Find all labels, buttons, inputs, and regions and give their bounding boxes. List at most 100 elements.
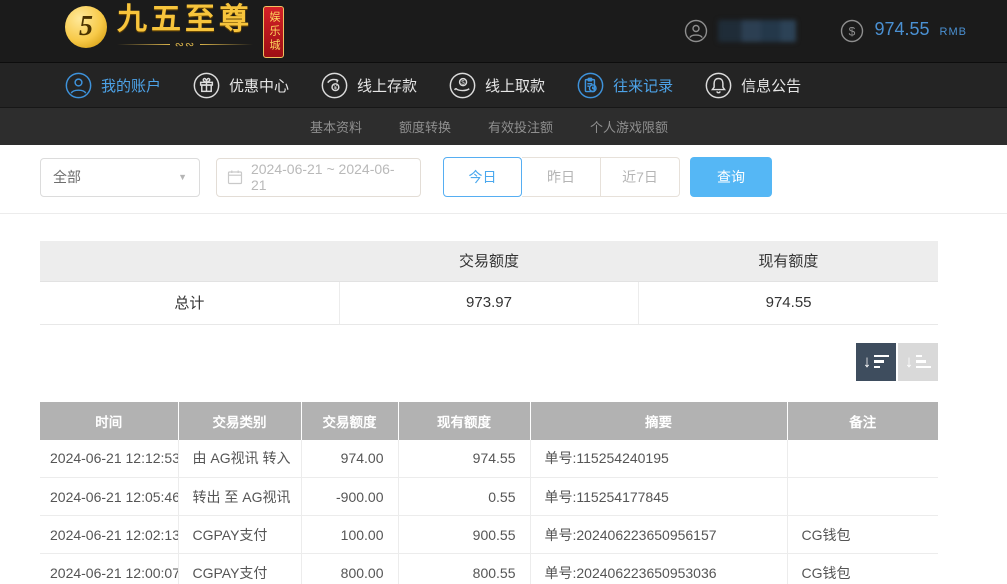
table-row: 2024-06-21 12:12:53 由 AG视讯 转入 974.00 974.55… (40, 439, 938, 478)
col-header-type: 交易类别 (177, 401, 301, 440)
table-cell: 单号:202406223650953036 (529, 553, 787, 584)
nav-label: 优惠中心 (229, 77, 290, 95)
col-header-balance: 现有额度 (397, 401, 530, 440)
summary-total-label: 总计 (40, 280, 340, 325)
subnav-item-credit-transfer[interactable]: 额度转换 (399, 117, 451, 136)
sort-desc-bars-icon (874, 354, 890, 369)
user-icon (684, 19, 708, 43)
table-cell (786, 477, 938, 516)
nav-item-my-account[interactable]: 我的账户 (65, 72, 161, 99)
sort-controls: ↓ ↓ (40, 342, 938, 381)
arrow-down-icon: ↓ (862, 352, 872, 371)
table-cell: 2024-06-21 12:02:13 (40, 515, 178, 554)
user-account-chip[interactable] (684, 19, 797, 43)
table-cell: 2024-06-21 12:12:53 (40, 439, 178, 478)
svg-text:$: $ (849, 25, 856, 39)
table-row: 2024-06-21 12:05:46 转出 至 AG视讯 -900.00 0.55 单… (40, 477, 938, 516)
table-cell: 974.55 (397, 439, 530, 478)
table-cell: 0.55 (397, 477, 530, 516)
arrow-down-icon: ↓ (904, 352, 914, 371)
subnav-item-valid-bets[interactable]: 有效投注额 (488, 117, 553, 136)
sort-descending-button[interactable]: ↓ (856, 342, 896, 381)
table-cell (786, 439, 938, 478)
table-cell: 2024-06-21 12:05:46 (40, 477, 178, 516)
gift-icon (193, 72, 220, 99)
svg-text:$: $ (461, 79, 465, 86)
transactions-body: 2024-06-21 12:12:53 由 AG视讯 转入 974.00 974.55… (40, 439, 938, 584)
table-cell: 单号:115254240195 (529, 439, 787, 478)
subnav-item-game-limits[interactable]: 个人游戏限额 (590, 117, 668, 136)
table-row: 2024-06-21 12:00:07 CGPAY支付 800.00 800.55 单号… (40, 553, 938, 584)
summary-current-total: 974.55 (638, 280, 938, 325)
nav-label: 我的账户 (101, 77, 162, 95)
brand-logo[interactable]: 5 九五至尊 ∾∾ 娱乐城 (65, 4, 284, 58)
nav-label: 线上存款 (357, 77, 418, 95)
nav-item-withdraw[interactable]: $ 线上取款 (449, 72, 545, 99)
user-icon (65, 72, 92, 99)
filter-section: 全部 ▼ 2024-06-21 ~ 2024-06-21 今日 昨日 近7日 查… (0, 145, 1007, 214)
date-range-input[interactable]: 2024-06-21 ~ 2024-06-21 (216, 157, 421, 197)
nav-item-promotions[interactable]: 优惠中心 (193, 72, 289, 99)
summary-transaction-total: 973.97 (338, 280, 639, 325)
table-cell: 800.00 (300, 553, 398, 584)
summary-header-empty (40, 241, 340, 281)
table-cell: 2024-06-21 12:00:07 (40, 553, 178, 584)
main-nav: 我的账户 优惠中心 ¥ 线上存款 $ 线上取款 往来记录 信息公告 (0, 63, 1007, 108)
svg-text:¥: ¥ (334, 84, 338, 91)
brand-badge: 娱乐城 (263, 6, 284, 58)
sort-asc-bars-icon (916, 354, 932, 369)
nav-item-deposit[interactable]: ¥ 线上存款 (321, 72, 417, 99)
table-row: 2024-06-21 12:02:13 CGPAY支付 100.00 900.55 单号… (40, 515, 938, 554)
table-cell: 974.00 (300, 439, 398, 478)
nav-item-announcements[interactable]: 信息公告 (705, 72, 801, 99)
table-cell: 由 AG视讯 转入 (177, 439, 301, 478)
col-header-summary: 摘要 (529, 401, 787, 440)
sub-nav: 基本资料 额度转换 有效投注额 个人游戏限额 (0, 108, 1007, 145)
table-cell: 900.55 (397, 515, 530, 554)
table-cell: CG钱包 (786, 515, 938, 554)
range-last7days-button[interactable]: 近7日 (601, 157, 680, 197)
table-cell: CGPAY支付 (177, 553, 301, 584)
transactions-table: 时间 交易类别 交易额度 现有额度 摘要 备注 2024-06-21 12:12… (40, 401, 938, 584)
type-select[interactable]: 全部 ▼ (40, 157, 200, 197)
table-cell: 单号:202406223650956157 (529, 515, 787, 554)
calendar-icon (227, 169, 243, 185)
subnav-item-basic-info[interactable]: 基本资料 (310, 117, 362, 136)
quick-range-group: 今日 昨日 近7日 (443, 157, 680, 197)
sort-ascending-button[interactable]: ↓ (898, 342, 938, 381)
table-cell: 100.00 (300, 515, 398, 554)
col-header-remark: 备注 (786, 401, 938, 440)
balance-currency: RMB (939, 26, 967, 38)
nav-label: 往来记录 (613, 77, 674, 95)
summary-header-transaction-amount: 交易额度 (339, 241, 639, 281)
logo-95-icon: 5 (65, 6, 107, 48)
table-cell: -900.00 (300, 477, 398, 516)
balance-display[interactable]: $ 974.55 RMB (840, 19, 967, 43)
deposit-icon: ¥ (321, 72, 348, 99)
summary-header-row: 交易额度 现有额度 (40, 241, 938, 281)
type-select-value: 全部 (53, 169, 81, 185)
query-button[interactable]: 查询 (690, 157, 772, 197)
balance-amount: 974.55 (874, 19, 930, 39)
range-yesterday-button[interactable]: 昨日 (522, 157, 601, 197)
transactions-header-row: 时间 交易类别 交易额度 现有额度 摘要 备注 (40, 401, 938, 440)
coin-dollar-icon: $ (840, 19, 864, 43)
chevron-down-icon: ▼ (178, 172, 187, 182)
date-range-value: 2024-06-21 ~ 2024-06-21 (250, 161, 395, 193)
range-today-button[interactable]: 今日 (443, 157, 522, 197)
table-cell: CG钱包 (786, 553, 938, 584)
table-cell: CGPAY支付 (177, 515, 301, 554)
table-cell: 转出 至 AG视讯 (177, 477, 301, 516)
nav-label: 线上取款 (485, 77, 546, 95)
table-cell: 单号:115254177845 (529, 477, 787, 516)
logo-flourish-decoration: ∾∾ (117, 38, 253, 51)
summary-table: 交易额度 现有额度 总计 973.97 974.55 (40, 241, 938, 325)
col-header-amount: 交易额度 (300, 401, 398, 440)
withdraw-icon: $ (449, 72, 476, 99)
col-header-time: 时间 (40, 401, 178, 440)
brand-name: 九五至尊 (117, 3, 253, 36)
bell-icon (705, 72, 732, 99)
nav-item-transaction-records[interactable]: 往来记录 (577, 72, 673, 99)
nav-label: 信息公告 (741, 77, 802, 95)
username-blurred (718, 20, 797, 42)
